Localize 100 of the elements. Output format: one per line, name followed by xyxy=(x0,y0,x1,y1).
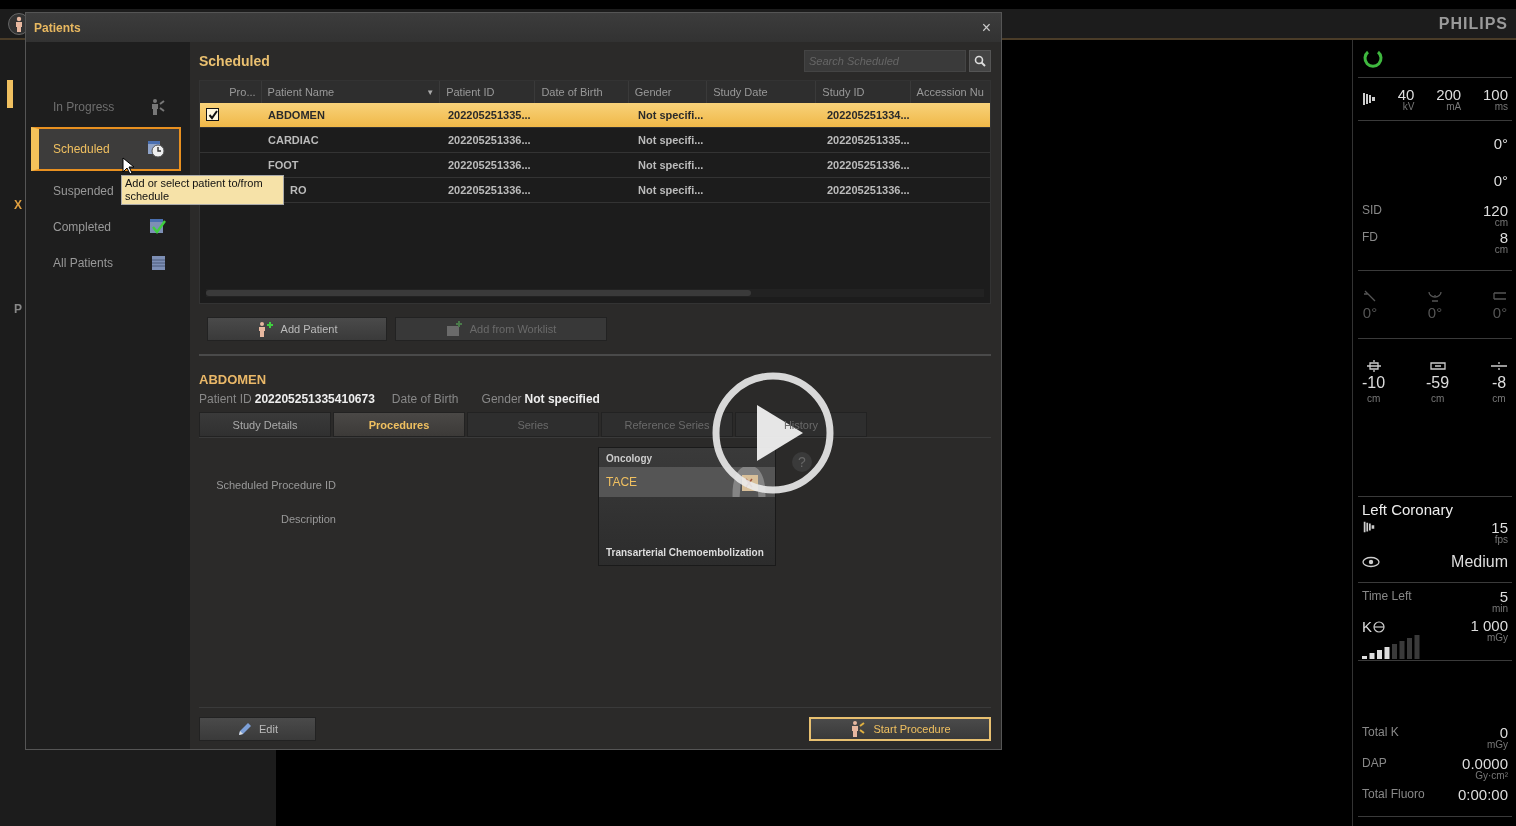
edit-button[interactable]: Edit xyxy=(199,717,316,741)
frame-rate: 15 xyxy=(1491,520,1508,535)
field-label: Scheduled Procedure ID xyxy=(216,479,336,491)
table-cell: Not specifi... xyxy=(638,109,704,121)
table-cell: 202205251335... xyxy=(448,109,531,121)
label: Total Fluoro xyxy=(1362,787,1425,801)
table-cell: 202205251336... xyxy=(448,134,531,146)
value: 0.0000 xyxy=(1462,756,1508,771)
value: 0:00:00 xyxy=(1457,787,1508,802)
patient-name: ABDOMEN xyxy=(199,372,268,387)
globe-icon xyxy=(1373,620,1385,633)
cursor-icon xyxy=(122,157,134,175)
beam-icon xyxy=(1362,520,1376,534)
procedure-item[interactable]: TACE xyxy=(599,467,775,497)
dose-level: Medium xyxy=(1451,553,1508,571)
label: K xyxy=(1362,618,1372,635)
brand-logo: PHILIPS xyxy=(1438,14,1508,33)
label: FD xyxy=(1362,230,1378,244)
table-row[interactable]: CARDIAC 202205251336... Not specifi... 202205251335... xyxy=(200,128,990,153)
table-cell: 202205251336... xyxy=(827,184,910,196)
info-label: Gender xyxy=(481,392,522,406)
table-cell: FOOT xyxy=(268,159,299,171)
sort-arrow[interactable]: ▼ xyxy=(426,87,435,97)
add-patient-button[interactable]: Add Patient xyxy=(207,317,387,341)
search-button[interactable] xyxy=(969,50,991,72)
worklist-plus-icon xyxy=(445,321,464,337)
close-button[interactable]: × xyxy=(979,18,993,37)
value: 200 xyxy=(1436,86,1462,102)
label: Time Left xyxy=(1362,589,1412,603)
protocol-name: Left Coronary xyxy=(1362,501,1454,518)
label: Total K xyxy=(1362,725,1399,739)
unit: min xyxy=(1491,604,1508,614)
pencil-icon xyxy=(237,721,253,737)
procedure-card[interactable]: Oncology TACE Transarterial Chemoembolization xyxy=(598,447,776,566)
position-value: -8 xyxy=(1491,375,1507,392)
play-icon[interactable] xyxy=(711,371,835,495)
section-title: Scheduled xyxy=(199,53,270,69)
start-procedure-button[interactable]: Start Procedure xyxy=(809,717,991,741)
column-header[interactable]: Accession Nu xyxy=(910,81,990,103)
unit: cm xyxy=(1492,393,1506,405)
scrollbar[interactable] xyxy=(206,289,984,297)
info-value: Not specified xyxy=(524,392,600,406)
label: DAP xyxy=(1362,756,1387,770)
checkbox[interactable] xyxy=(206,108,219,122)
angle-value: 0° xyxy=(1427,304,1443,321)
tab-indicator xyxy=(7,80,13,108)
table-cell: Not specifi... xyxy=(638,134,704,146)
unit: cm xyxy=(1430,393,1445,405)
table-cell: CARDIAC xyxy=(268,134,319,146)
rotation-icon xyxy=(1362,288,1378,303)
checklist-icon xyxy=(149,218,167,236)
list-icon xyxy=(151,255,167,271)
value: 40 xyxy=(1397,86,1415,102)
window-title: Patients xyxy=(34,20,81,35)
value: 120 xyxy=(1482,203,1508,218)
unit: cm xyxy=(1366,393,1381,405)
angle-value: 0° xyxy=(1493,172,1508,189)
unit: mGy xyxy=(1486,740,1508,750)
calendar-clock-icon xyxy=(147,140,165,158)
person-plus-icon xyxy=(256,321,275,337)
info-value: 202205251335410673 xyxy=(254,392,375,406)
table-cell: Not specifi... xyxy=(638,184,704,196)
table-row[interactable]: ABDOMEN 202205251335... Not specifi... 202205251334... xyxy=(200,103,990,128)
tab[interactable]: Procedures xyxy=(333,412,465,437)
sidebar-item[interactable]: Completed xyxy=(31,211,181,243)
unit: kV xyxy=(1402,101,1415,112)
angle-value: 0° xyxy=(1492,304,1508,321)
angle-value: 0° xyxy=(1362,304,1378,321)
field-label: Description xyxy=(279,513,336,525)
unit: ms xyxy=(1494,101,1508,112)
position-value: -10 xyxy=(1362,375,1386,392)
unit: fps xyxy=(1494,535,1508,545)
sidebar-item[interactable]: Scheduled xyxy=(31,127,181,171)
table-cell: 202205251335... xyxy=(827,134,910,146)
tooltip: Add or select patient to/from schedule xyxy=(121,175,284,205)
unit: mA xyxy=(1446,101,1462,112)
table-icon xyxy=(1490,359,1508,373)
value: 5 xyxy=(1499,589,1508,604)
procedure-group: Oncology xyxy=(599,448,775,467)
search-icon xyxy=(974,55,986,67)
table-cell: 202205251336... xyxy=(448,159,531,171)
label: SID xyxy=(1362,203,1382,217)
table-icon xyxy=(1364,359,1383,373)
table-cell: 202205251336... xyxy=(827,159,910,171)
table-cell: 202205251336... xyxy=(448,184,531,196)
value: 100 xyxy=(1482,86,1508,102)
eye-icon xyxy=(1362,556,1380,568)
tab[interactable]: Study Details xyxy=(199,412,331,437)
value: 0 xyxy=(1499,725,1508,740)
value: 8 xyxy=(1499,230,1508,245)
table-cell: ABDOMEN xyxy=(268,109,325,121)
position-value: -59 xyxy=(1426,375,1450,392)
info-label: Patient ID xyxy=(199,392,252,406)
sidebar-item[interactable]: All Patients xyxy=(31,247,181,279)
table-cell: Not specifi... xyxy=(638,159,704,171)
label: P xyxy=(14,302,22,316)
info-label: Date of Birth xyxy=(391,392,459,406)
table-cell: 202205251334... xyxy=(827,109,910,121)
angle-value: 0° xyxy=(1493,135,1508,152)
value: 1 000 xyxy=(1470,618,1508,633)
